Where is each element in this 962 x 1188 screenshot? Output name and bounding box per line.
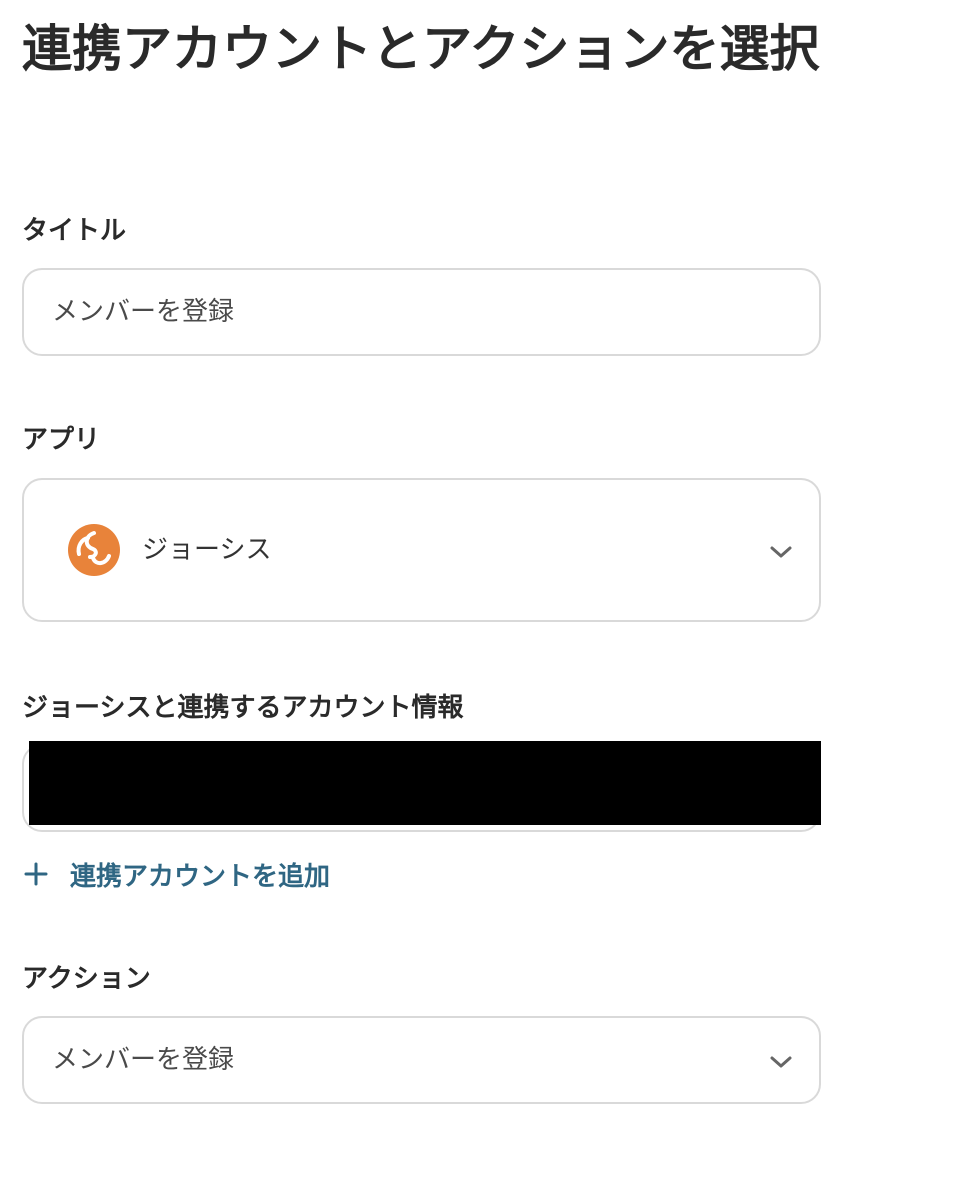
add-account-link[interactable]: 連携アカウントを追加	[24, 855, 330, 893]
action-select-value: メンバーを登録	[52, 1045, 235, 1075]
action-select[interactable]: メンバーを登録	[22, 1016, 821, 1104]
add-account-label: 連携アカウントを追加	[70, 861, 331, 892]
title-field-label: タイトル	[22, 216, 127, 246]
plus-icon	[24, 862, 48, 886]
app-field-label: アプリ	[22, 425, 101, 455]
redaction-block	[29, 741, 821, 825]
page-title: 連携アカウントとアクションを選択	[22, 20, 820, 78]
chevron-down-icon	[770, 1056, 792, 1068]
app-select-value: ジョーシス	[142, 535, 272, 565]
josys-logo-icon	[68, 524, 120, 576]
account-field-label: ジョーシスと連携するアカウント情報	[22, 693, 464, 723]
title-input[interactable]: メンバーを登録	[22, 268, 821, 356]
action-field-label: アクション	[22, 964, 151, 994]
app-select[interactable]: ジョーシス	[22, 478, 821, 622]
title-input-value: メンバーを登録	[52, 297, 235, 327]
chevron-down-icon	[770, 546, 792, 558]
